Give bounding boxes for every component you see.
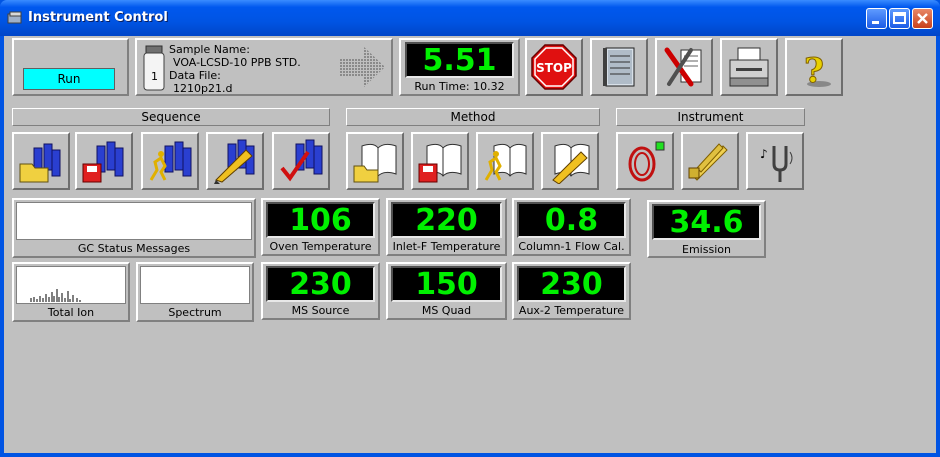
total-ion-chart[interactable] [16,266,126,304]
ms-source-panel: 230 MS Source [261,262,380,320]
status-panel: Run [12,38,129,96]
emission-panel: 34.6 Emission [647,200,766,258]
data-file-label: Data File: [169,69,221,82]
run-status-indicator: Run [23,68,115,90]
close-button[interactable] [912,8,933,29]
spectrum-chart[interactable] [140,266,250,304]
sample-name: VOA-LCSD-10 PPB STD. [173,56,301,69]
run-method-icon [484,143,527,181]
gc-column-icon [628,141,665,182]
edit-method-icon [552,143,590,184]
run-method-button[interactable] [476,132,534,190]
data-file: 1210p21.d [173,82,233,95]
check-sequence-button[interactable] [272,132,330,190]
gc-status-panel: GC Status Messages [12,198,256,258]
save-method-icon [418,143,462,183]
aux2-temperature-display: 230 [517,266,626,302]
sample-name-label: Sample Name: [169,43,250,56]
close-icon [917,13,928,24]
load-sequence-icon [19,143,61,183]
run-time-display: 5.51 [405,42,514,78]
help-icon: ? [804,51,831,90]
aux2-temperature-label: Aux-2 Temperature [518,304,625,317]
run-time-panel: 5.51 Run Time: 10.32 [399,38,520,96]
minimize-button[interactable] [866,8,887,29]
save-sequence-button[interactable] [75,132,133,190]
title-bar[interactable]: Instrument Control [0,0,940,36]
vial-number: 1 [151,70,158,83]
oven-temperature-label: Oven Temperature [269,240,372,253]
notebook-icon [603,47,635,87]
sample-info-panel: 1 Sample Name: VOA-LCSD-10 PPB STD. Data… [135,38,393,96]
ms-quad-button[interactable] [681,132,739,190]
tuning-fork-icon: ♪ [760,146,793,182]
window-title: Instrument Control [28,10,168,25]
ms-source-label: MS Source [291,304,350,317]
inlet-temperature-panel: 220 Inlet-F Temperature [386,198,507,256]
inlet-temperature-display: 220 [391,202,502,238]
gc-column-button[interactable] [616,132,674,190]
gc-status-messages-box [16,202,252,240]
help-button[interactable]: ? [785,38,843,96]
load-method-button[interactable] [346,132,404,190]
ms-quad-panel: 150 MS Quad [386,262,507,320]
total-ion-chromatogram-icon [30,289,81,302]
save-sequence-icon [82,141,124,183]
ms-quad-label: MS Quad [421,304,472,317]
vial-icon [143,45,165,91]
column-flow-display: 0.8 [517,202,626,238]
oven-temperature-panel: 106 Oven Temperature [261,198,380,256]
svg-text:?: ? [804,51,824,90]
column-flow-panel: 0.8 Column-1 Flow Cal. [512,198,631,256]
instrument-control-window: Instrument Control Run 1 Sample Name: VO… [0,0,940,457]
total-ion-panel: Total Ion [12,262,130,322]
notebook-button[interactable] [590,38,648,96]
client-area: Run 1 Sample Name: VOA-LCSD-10 PPB STD. … [4,36,936,453]
minimize-icon [872,21,879,24]
aux2-temperature-panel: 230 Aux-2 Temperature [512,262,631,320]
app-icon [7,11,22,24]
ms-source-display: 230 [266,266,375,302]
gc-status-label: GC Status Messages [77,242,191,255]
oven-temperature-display: 106 [266,202,375,238]
check-sequence-icon [280,139,323,182]
emission-label: Emission [682,243,731,256]
tools-icon [664,47,702,87]
save-method-button[interactable] [411,132,469,190]
tune-button[interactable]: ♪ [746,132,804,190]
maximize-button[interactable] [889,8,910,29]
instrument-group-header: Instrument [616,108,805,126]
run-sequence-button[interactable] [141,132,199,190]
column-flow-label: Column-1 Flow Cal. [518,240,625,253]
run-sequence-icon [149,141,192,181]
print-button[interactable] [720,38,778,96]
load-method-icon [353,143,397,183]
total-ion-label: Total Ion [47,306,95,319]
load-sequence-button[interactable] [12,132,70,190]
edit-method-button[interactable] [541,132,599,190]
quadrupole-icon [688,143,728,181]
run-time-label: Run Time: 10.32 [414,80,505,93]
svg-text:♪: ♪ [760,147,768,161]
edit-sequence-button[interactable] [206,132,264,190]
inlet-temperature-label: Inlet-F Temperature [392,240,501,253]
emission-display: 34.6 [652,204,761,240]
maximize-icon [893,12,906,24]
svg-text:STOP: STOP [536,61,572,75]
method-group-header: Method [346,108,600,126]
stop-button[interactable]: STOP [525,38,583,96]
stop-icon: STOP [531,44,577,90]
ms-quad-display: 150 [391,266,502,302]
sequence-group-header: Sequence [12,108,330,126]
tools-button[interactable] [655,38,713,96]
printer-icon [729,47,769,87]
spectrum-panel: Spectrum [136,262,254,322]
spectrum-label: Spectrum [168,306,222,319]
arrow-right-icon [339,46,385,88]
edit-sequence-icon [214,139,255,184]
